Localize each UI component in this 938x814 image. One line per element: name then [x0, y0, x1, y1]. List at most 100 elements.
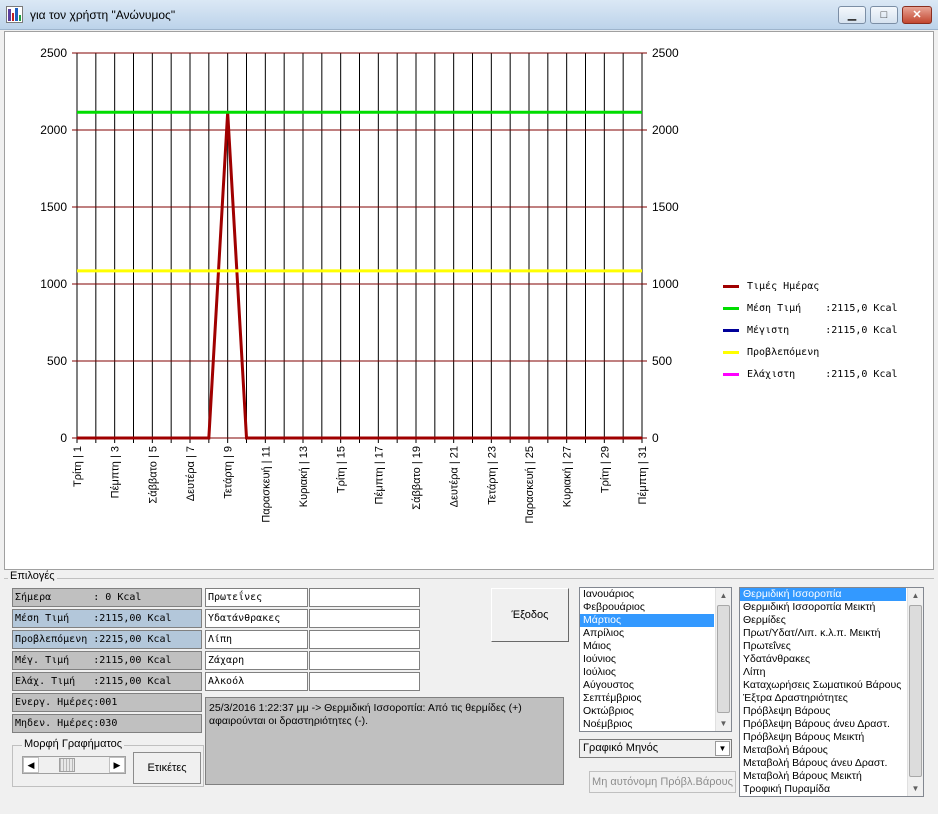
y-tick-label-right: 0 [652, 431, 659, 445]
list-item[interactable]: Ιούλιος [580, 666, 714, 679]
list-item[interactable]: Πρόβλεψη Βάρους [740, 705, 906, 718]
list-item[interactable]: Αύγουστος [580, 679, 714, 692]
chart-period-value: Γραφικό Μηνός [583, 742, 658, 754]
list-item[interactable]: Πρόβλεψη Βάρους άνευ Δραστ. [740, 718, 906, 731]
nutrient-label: Αλκοόλ [205, 672, 308, 691]
nutrient-value-field[interactable] [309, 630, 420, 649]
y-tick-label-left: 0 [60, 431, 67, 445]
labels-button[interactable]: Ετικέτες [133, 752, 201, 784]
y-tick-label-right: 500 [652, 354, 672, 368]
scroll-left-icon[interactable]: ◀ [23, 757, 39, 773]
list-item[interactable]: Μάρτιος [580, 614, 714, 627]
legend-entry: Τιμές Ημέρας [723, 275, 933, 297]
legend-entry: Μέση Τιμή :2115,0 Kcal [723, 297, 933, 319]
x-tick-label: Πέμπτη | 17 [373, 446, 385, 504]
list-item[interactable]: Έξτρα Δραστηριότητες [740, 692, 906, 705]
month-listbox[interactable]: Ιανουάριος Φεβρουάριος Μάρτιος Απρίλιος Μάιο… [579, 587, 732, 732]
list-item[interactable]: Πρόβλεψη Βάρους Μεικτή [740, 731, 906, 744]
y-tick-label-right: 2000 [652, 123, 679, 137]
y-tick-label-left: 2500 [40, 46, 67, 60]
legend-swatch [723, 350, 739, 354]
stat-field: Μηδεν. Ημέρες:030 [12, 714, 202, 733]
nutrient-label: Ζάχαρη [205, 651, 308, 670]
predict-weight-button: Μη αυτόνομη Πρόβλ.Βάρους [589, 771, 736, 793]
legend-swatch [723, 372, 739, 376]
list-item[interactable]: Σεπτέμβριος [580, 692, 714, 705]
x-tick-label: Σάββατο | 19 [411, 446, 423, 510]
list-item[interactable]: Οκτώβριος [580, 705, 714, 718]
exit-button[interactable]: Έξοδος [491, 588, 569, 642]
x-tick-label: Τρίτη | 1 [72, 446, 84, 487]
chevron-down-icon[interactable]: ▼ [715, 741, 730, 756]
list-item[interactable]: Απρίλιος [580, 627, 714, 640]
y-tick-label-left: 500 [47, 354, 67, 368]
list-item[interactable]: Υδατάνθρακες [740, 653, 906, 666]
list-item[interactable]: Μεταβολή Βάρους Μεικτή [740, 770, 906, 783]
legend-entry: Ελάχιστη :2115,0 Kcal [723, 363, 933, 385]
stat-field: Ενεργ. Ημέρες:001 [12, 693, 202, 712]
app-chart-icon [6, 6, 23, 23]
list-item[interactable]: Θερμιδική Ισσοροπία Μεικτή [740, 601, 906, 614]
legend-label: Ελάχιστη :2115,0 Kcal [747, 368, 898, 380]
y-tick-label-left: 1500 [40, 200, 67, 214]
list-item[interactable]: Ιανουάριος [580, 588, 714, 601]
nutrient-value-field[interactable] [309, 651, 420, 670]
list-item[interactable]: Ιούνιος [580, 653, 714, 666]
graph-style-label: Μορφή Γραφήματος [22, 738, 125, 750]
nutrient-value-field[interactable] [309, 609, 420, 628]
scroll-up-icon[interactable]: ▲ [908, 588, 923, 603]
y-tick-label-right: 1000 [652, 277, 679, 291]
minimize-button[interactable]: ▁ [838, 6, 866, 24]
list-item[interactable]: Φεβρουάριος [580, 601, 714, 614]
report-listbox[interactable]: Θερμιδική Ισσοροπία Θερμιδική Ισσοροπία Μ… [739, 587, 924, 797]
chart-legend: Τιμές Ημέρας Μέση Τιμή :2115,0 Kcal Μέγιστ… [723, 275, 933, 385]
y-tick-label-left: 2000 [40, 123, 67, 137]
legend-label: Προβλεπόμενη [747, 346, 820, 358]
list-item[interactable]: Νοέμβριος [580, 718, 714, 731]
x-tick-label: Παρασκευή | 11 [260, 446, 272, 523]
chart-panel: 0 0 500 500 1000 1000 1500 1500 2000 2000 2500 2500… [4, 31, 934, 570]
x-tick-label: Παρασκευή | 25 [524, 446, 536, 523]
legend-swatch [723, 284, 739, 288]
y-tick-label-right: 1500 [652, 200, 679, 214]
close-button[interactable]: ✕ [902, 6, 932, 24]
scroll-up-icon[interactable]: ▲ [716, 588, 731, 603]
list-item[interactable]: Θερμιδική Ισσοροπία [740, 588, 906, 601]
window-title: για τον χρήστη "Ανώνυμος" [30, 8, 176, 22]
x-tick-label: Τρίτη | 15 [336, 446, 348, 493]
list-item[interactable]: Πρωτεΐνες [740, 640, 906, 653]
list-item[interactable]: Μάιος [580, 640, 714, 653]
x-tick-label: Δευτέρα | 7 [185, 446, 197, 501]
chart-period-select[interactable]: Γραφικό Μηνός ▼ [579, 739, 732, 758]
stat-field: Μέγ. Τιμή :2115,00 Kcal [12, 651, 202, 670]
list-item[interactable]: Μεταβολή Βάρους [740, 744, 906, 757]
log-textbox[interactable]: 25/3/2016 1:22:37 μμ -> Θερμιδική Ισσορο… [205, 697, 564, 785]
nutrient-label: Υδατάνθρακες [205, 609, 308, 628]
report-scrollbar[interactable]: ▲ ▼ [907, 588, 923, 796]
list-item[interactable]: Τροφική Πυραμίδα [740, 783, 906, 796]
month-scrollbar[interactable]: ▲ ▼ [715, 588, 731, 731]
slider-thumb[interactable] [59, 758, 75, 772]
y-tick-label-right: 2500 [652, 46, 679, 60]
maximize-button[interactable]: □ [870, 6, 898, 24]
options-group-label: Επιλογές [8, 570, 57, 582]
scroll-thumb[interactable] [909, 605, 922, 777]
legend-label: Μέγιστη :2115,0 Kcal [747, 324, 898, 336]
nutrient-value-field[interactable] [309, 672, 420, 691]
nutrient-value-field[interactable] [309, 588, 420, 607]
list-item[interactable]: Θερμίδες [740, 614, 906, 627]
list-item[interactable]: Μεταβολή Βάρους άνευ Δραστ. [740, 757, 906, 770]
stat-field: Προβλεπόμενη :2215,00 Kcal [12, 630, 202, 649]
list-item[interactable]: Λίπη [740, 666, 906, 679]
list-item[interactable]: Καταχωρήσεις Σωματικού Βάρους [740, 679, 906, 692]
graph-style-slider[interactable]: ◀ ▶ [22, 756, 126, 774]
scroll-down-icon[interactable]: ▼ [716, 716, 731, 731]
scroll-thumb[interactable] [717, 605, 730, 713]
scroll-down-icon[interactable]: ▼ [908, 781, 923, 796]
x-tick-label: Τρίτη | 29 [599, 446, 611, 493]
list-item[interactable]: Πρωτ/Υδατ/Λιπ. κ.λ.π. Μεικτή [740, 627, 906, 640]
stat-field: Μέση Τιμή :2115,00 Kcal [12, 609, 202, 628]
scroll-right-icon[interactable]: ▶ [109, 757, 125, 773]
x-tick-label: Πέμπτη | 3 [110, 446, 122, 498]
x-tick-label: Τετάρτη | 23 [486, 446, 498, 505]
